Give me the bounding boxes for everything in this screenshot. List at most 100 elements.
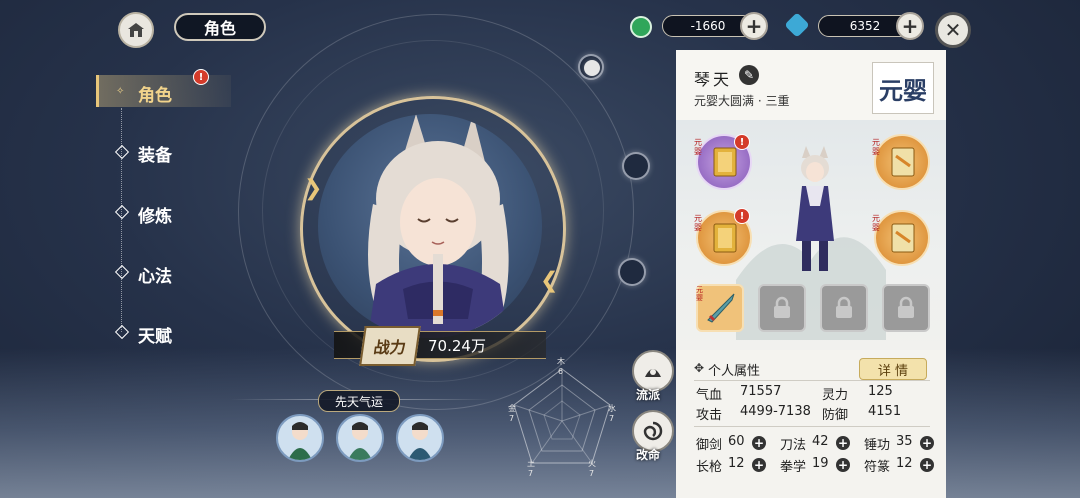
skill-value-hammer: 35	[896, 434, 913, 449]
sect-icon	[645, 369, 661, 377]
skill-label-sword: 御剑	[696, 438, 723, 453]
nav-item-cultivation[interactable]: 修炼	[138, 202, 172, 227]
slot-realm-tag: 元婴	[694, 214, 702, 232]
skill-add-spear-button[interactable]: +	[752, 458, 766, 472]
nav-dot-icon	[114, 144, 130, 160]
radar-label-wood: 木	[557, 357, 565, 366]
fate-swirl-icon	[643, 421, 663, 441]
luck-avatar-icon	[408, 422, 432, 460]
change-fate-label[interactable]: 改命	[636, 446, 660, 463]
rename-button[interactable]: ✎	[739, 65, 759, 85]
skill-add-fist-button[interactable]: +	[836, 458, 850, 472]
nav-connector-line	[121, 108, 123, 332]
slot-alert-badge: !	[734, 208, 750, 224]
character-portrait-art	[368, 114, 509, 338]
attributes-marker-icon: ✥	[694, 361, 705, 375]
skill-value-talisman: 12	[896, 456, 913, 471]
attributes-divider	[694, 380, 930, 381]
spirit-stone-icon	[784, 12, 810, 38]
radar-label-earth: 土	[527, 459, 535, 468]
moon-phase-3	[618, 258, 646, 286]
add-currency1-button[interactable]: +	[740, 12, 768, 40]
skill-value-spear: 12	[728, 456, 745, 471]
luck-avatar-icon	[348, 422, 372, 460]
moon-phase-4	[584, 60, 600, 76]
skill-label-hammer: 锤功	[864, 438, 891, 453]
home-icon	[128, 23, 144, 37]
radar-value-water: 7	[609, 414, 615, 423]
innate-luck-title: 先天气运	[318, 390, 400, 412]
nav-item-talent[interactable]: 天赋	[138, 322, 172, 347]
stat-label-defense: 防御	[822, 408, 849, 423]
luck-slot-3[interactable]	[396, 414, 444, 462]
skill-value-blade: 42	[812, 434, 829, 449]
realm-seal: 元婴	[872, 62, 934, 114]
skills-divider	[694, 426, 930, 427]
slot-realm-tag: 元婴	[872, 138, 880, 156]
locked-slot-1[interactable]	[758, 284, 806, 332]
skill-add-blade-button[interactable]: +	[836, 436, 850, 450]
nav-dot-icon	[114, 204, 130, 220]
radar-label-water: 水	[608, 404, 616, 413]
nav-item-mind-method[interactable]: 心法	[138, 262, 172, 287]
lock-icon	[774, 296, 790, 318]
right-arrow-ornament-icon: ❯	[540, 270, 559, 295]
locked-slot-3[interactable]	[882, 284, 930, 332]
stat-value-attack: 4499-7138	[740, 404, 811, 419]
nav-item-equipment[interactable]: 装备	[138, 141, 172, 166]
slot-alert-badge: !	[734, 134, 750, 150]
nav-active-marker-icon: ✧	[116, 86, 125, 97]
moon-phase-2	[622, 152, 650, 180]
luck-slot-1[interactable]	[276, 414, 324, 462]
character-model[interactable]	[780, 146, 850, 276]
stat-value-spirit: 125	[868, 384, 893, 399]
weapon-realm-tag: 元婴	[696, 286, 703, 302]
radar-label-fire: 火	[588, 459, 596, 468]
attributes-title: 个人属性	[708, 364, 761, 379]
slot-realm-tag: 元婴	[872, 214, 880, 232]
cultivation-realm: 元婴大圆满 · 三重	[694, 94, 790, 108]
add-currency2-button[interactable]: +	[896, 12, 924, 40]
radar-value-wood: 6	[558, 367, 564, 376]
character-portrait[interactable]	[318, 114, 542, 338]
skill-label-talisman: 符篆	[864, 460, 891, 475]
locked-slot-2[interactable]	[820, 284, 868, 332]
radar-value-earth: 7	[528, 469, 534, 478]
nav-dot-icon	[114, 324, 130, 340]
skill-value-fist: 19	[812, 456, 829, 471]
skill-label-spear: 长枪	[696, 460, 723, 475]
radar-label-metal: 金	[508, 404, 516, 413]
skill-add-sword-button[interactable]: +	[752, 436, 766, 450]
sect-label[interactable]: 流派	[636, 386, 660, 403]
skill-label-blade: 刀法	[780, 438, 807, 453]
combat-power-label: 战力	[359, 326, 421, 366]
character-name: 琴天	[694, 70, 733, 89]
stat-label-spirit: 灵力	[822, 388, 849, 403]
home-button[interactable]	[118, 12, 154, 48]
stat-label-hp: 气血	[696, 388, 723, 403]
character-panel: 琴天 ✎ 元婴大圆满 · 三重 元婴 元婴 ! 元婴 元婴 ! 元婴 元婴 ✥ …	[676, 50, 946, 498]
radar-value-metal: 7	[509, 414, 515, 423]
left-arrow-ornament-icon: ❯	[304, 176, 323, 201]
slot-realm-tag: 元婴	[694, 138, 702, 156]
skill-add-hammer-button[interactable]: +	[920, 436, 934, 450]
stat-value-defense: 4151	[868, 404, 902, 419]
lock-icon	[898, 296, 914, 318]
skill-add-talisman-button[interactable]: +	[920, 458, 934, 472]
skill-value-sword: 60	[728, 434, 745, 449]
luck-slot-2[interactable]	[336, 414, 384, 462]
close-button[interactable]: ✕	[935, 12, 971, 48]
page-title: 角色	[174, 13, 266, 41]
details-button[interactable]: 详 情	[859, 358, 927, 380]
nav-dot-icon	[114, 264, 130, 280]
radar-value-fire: 7	[589, 469, 595, 478]
stat-label-attack: 攻击	[696, 408, 723, 423]
nav-item-character[interactable]: 角色	[138, 81, 172, 106]
nav-alert-badge: !	[193, 69, 209, 85]
stat-value-hp: 71557	[740, 384, 782, 399]
lock-icon	[836, 296, 852, 318]
luck-avatar-icon	[288, 422, 312, 460]
jade-currency-icon	[630, 16, 652, 38]
skill-label-fist: 拳学	[780, 460, 807, 475]
combat-power-value: 70.24万	[428, 337, 486, 355]
